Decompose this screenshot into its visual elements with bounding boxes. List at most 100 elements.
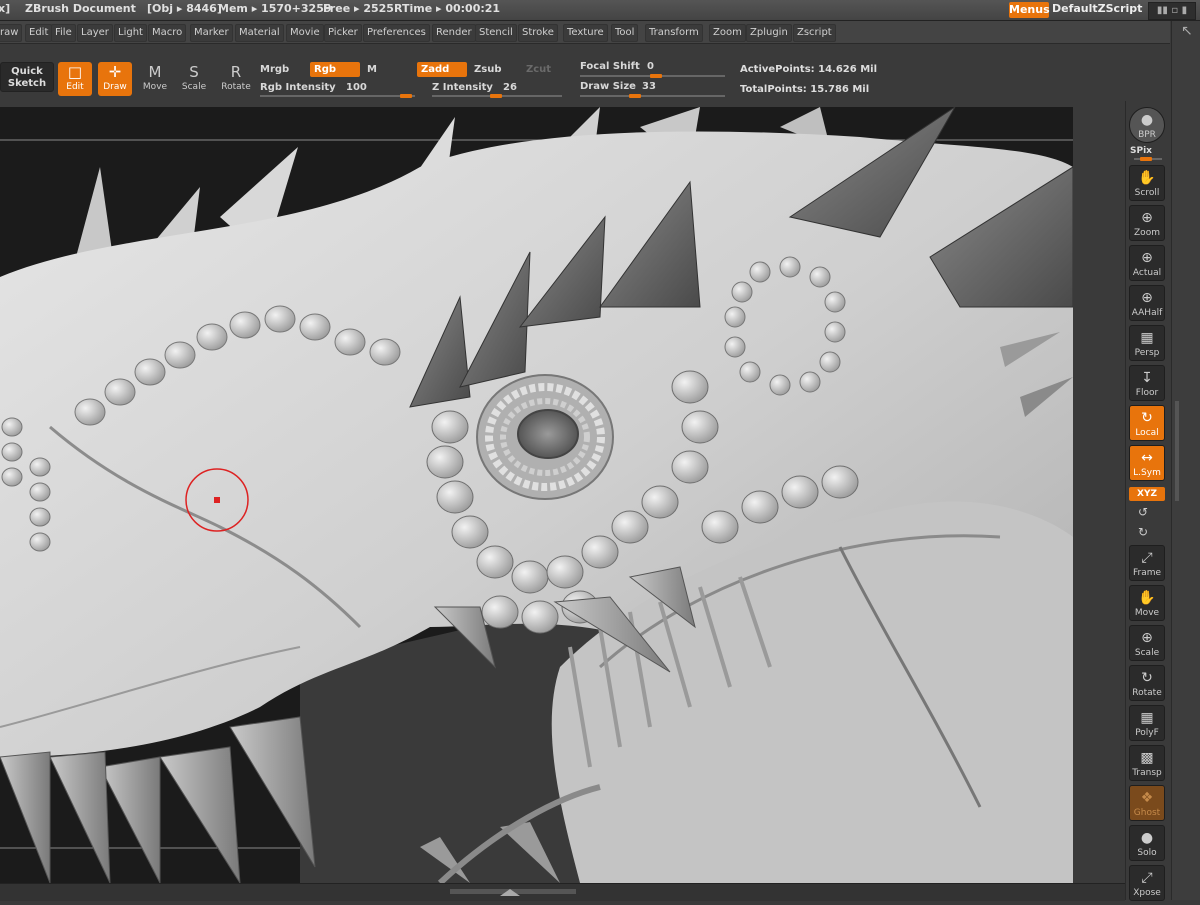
edit-button[interactable]: □ Edit [58, 62, 92, 96]
persp-button[interactable]: ▦ Persp [1129, 325, 1165, 361]
right-tray-collapsed[interactable]: ↖ [1171, 21, 1200, 900]
rgb-intensity-slider[interactable] [260, 94, 415, 98]
z-intensity-slider[interactable] [432, 94, 562, 98]
xpose-button[interactable]: ⤢ Xpose [1129, 865, 1165, 901]
floor-label: Floor [1135, 388, 1159, 398]
rotate-button[interactable]: R Rotate [219, 62, 253, 96]
draw-button[interactable]: ✛ Draw [98, 62, 132, 96]
solo-icon: ● [1140, 830, 1154, 846]
free-readout: Free ▸ 2525 [323, 2, 394, 15]
menu-render[interactable]: Render [432, 24, 476, 42]
xyz-toggle[interactable]: XYZ [1129, 487, 1165, 501]
brush-cursor-center [214, 497, 220, 503]
zsub-button[interactable]: Zsub [474, 64, 501, 75]
edit-label: Edit [66, 82, 84, 92]
scale-button[interactable]: S Scale [177, 62, 211, 96]
menu-marker[interactable]: Marker [190, 24, 233, 42]
floor-button[interactable]: ↧ Floor [1129, 365, 1165, 401]
move-icon: M [148, 63, 162, 81]
menu-tool[interactable]: Tool [611, 24, 639, 42]
actual-button[interactable]: ⊕ Actual [1129, 245, 1165, 281]
default-zscript-label[interactable]: DefaultZScript [1052, 2, 1142, 15]
spix-label[interactable]: SPix [1130, 146, 1152, 156]
menu-stencil[interactable]: Stencil [475, 24, 517, 42]
rotate-view-icon: ↻ [1141, 670, 1153, 686]
quick-sketch-button[interactable]: Quick Sketch [0, 62, 54, 92]
menu-preferences[interactable]: Preferences [363, 24, 430, 42]
menu-movie[interactable]: Movie [286, 24, 324, 42]
title-bar: x] ZBrush Document [Obj ▸ 8446] Mem ▸ 15… [0, 0, 1200, 21]
rgb-button[interactable]: Rgb [310, 62, 360, 77]
window-controls[interactable]: ▮▮ ▫ ▮ [1148, 2, 1196, 20]
active-points: ActivePoints: 14.626 Mil [740, 64, 878, 75]
spix-knob[interactable] [1140, 157, 1152, 161]
dragon-sculpt-render [0, 107, 1073, 883]
rotate-y-icon[interactable]: ↺ [1138, 505, 1148, 519]
zoom-button[interactable]: ⊕ Zoom [1129, 205, 1165, 241]
focal-shift-slider[interactable] [580, 74, 725, 78]
zadd-button[interactable]: Zadd [417, 62, 467, 77]
menu-light[interactable]: Light [114, 24, 147, 42]
menu-material[interactable]: Material [235, 24, 284, 42]
viewport-bottom-handle[interactable] [0, 884, 1125, 901]
spix-slider[interactable] [1134, 157, 1162, 161]
menu-file[interactable]: File [51, 24, 76, 42]
move-view-button[interactable]: ✋ Move [1129, 585, 1165, 621]
scale-label: Scale [181, 82, 207, 92]
transp-label: Transp [1132, 768, 1162, 778]
z-intensity-value: 26 [503, 82, 517, 93]
rotate-label: Rotate [221, 82, 251, 92]
menu-macro[interactable]: Macro [148, 24, 187, 42]
draw-size-slider[interactable] [580, 94, 725, 98]
menu-zoom[interactable]: Zoom [709, 24, 746, 42]
scroll-button[interactable]: ✋ Scroll [1129, 165, 1165, 201]
aahalf-button[interactable]: ⊕ AAHalf [1129, 285, 1165, 321]
solo-button[interactable]: ● Solo [1129, 825, 1165, 861]
solo-label: Solo [1137, 848, 1157, 858]
mrgb-button[interactable]: Mrgb [260, 64, 289, 75]
m-button[interactable]: M [367, 64, 377, 75]
tray-scrollbar[interactable] [1175, 401, 1179, 501]
rotate-view-button[interactable]: ↻ Rotate [1129, 665, 1165, 701]
move-hand-icon: ✋ [1138, 590, 1156, 606]
zoom-label: Zoom [1134, 228, 1160, 238]
focal-shift-knob[interactable] [650, 74, 662, 78]
rotate-z-icon[interactable]: ↻ [1138, 525, 1148, 539]
menu-zscript[interactable]: Zscript [793, 24, 836, 42]
menu-picker[interactable]: Picker [324, 24, 362, 42]
tray-arrow-icon[interactable]: ↖ [1181, 23, 1193, 39]
aahalf-icon: ⊕ [1141, 290, 1153, 306]
bpr-button[interactable]: ● BPR [1129, 107, 1165, 143]
bpr-sphere-icon: ● [1140, 112, 1154, 128]
menu-zplugin[interactable]: Zplugin [746, 24, 792, 42]
menus-button[interactable]: Menus [1009, 2, 1050, 18]
edit-icon: □ [67, 63, 83, 81]
menu-transform[interactable]: Transform [645, 24, 703, 42]
canvas-viewport[interactable] [0, 107, 1073, 883]
transp-button[interactable]: ▩ Transp [1129, 745, 1165, 781]
menu-edit[interactable]: Edit [25, 24, 53, 42]
rtime-readout: RTime ▸ 00:00:21 [394, 2, 501, 15]
lsym-label: L.Sym [1133, 468, 1161, 478]
menu-stroke[interactable]: Stroke [518, 24, 558, 42]
z-intensity-label: Z Intensity [432, 82, 493, 93]
local-button[interactable]: ↻ Local [1129, 405, 1165, 441]
draw-size-knob[interactable] [629, 94, 641, 98]
frame-button[interactable]: ⤢ Frame [1129, 545, 1165, 581]
rgb-intensity-knob[interactable] [400, 94, 412, 98]
menu-texture[interactable]: Texture [563, 24, 608, 42]
rotate-view-label: Rotate [1132, 688, 1162, 698]
right-shelf: ● BPR SPix ✋ Scroll ⊕ Zoom ⊕ Actual ⊕ AAHalf… [1125, 101, 1171, 901]
polyf-button[interactable]: ▦ PolyF [1129, 705, 1165, 741]
scale-view-button[interactable]: ⊕ Scale [1129, 625, 1165, 661]
lsym-button[interactable]: ↔ L.Sym [1129, 445, 1165, 481]
zcut-button[interactable]: Zcut [526, 64, 551, 75]
focal-shift-label: Focal Shift [580, 61, 640, 72]
rgb-intensity-label: Rgb Intensity [260, 82, 336, 93]
move-button[interactable]: M Move [138, 62, 172, 96]
viewport-bottom-bar[interactable] [0, 883, 1125, 901]
menu-draw[interactable]: raw [0, 24, 23, 42]
ghost-button[interactable]: ❖ Ghost [1129, 785, 1165, 821]
menu-layer[interactable]: Layer [77, 24, 113, 42]
z-intensity-knob[interactable] [490, 94, 502, 98]
